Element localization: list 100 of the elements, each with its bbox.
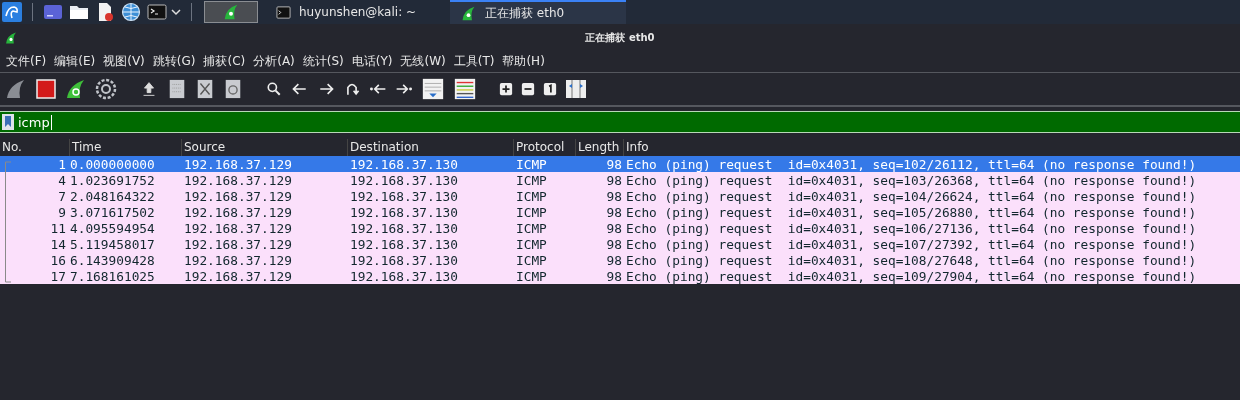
table-cell-text: 98 — [605, 156, 623, 172]
table-cell-text: 6.143909428 — [70, 252, 156, 268]
table-cell-text: 98 — [605, 172, 623, 188]
table-cell-text: 1 — [57, 156, 67, 172]
table-cell-text: Echo (ping) request id=0x4031, seq=105/26880, ttl=64 (no response found!) — [625, 204, 1197, 220]
menu-item[interactable]: 编辑(E) — [54, 52, 96, 70]
display-filter-field[interactable]: icmp — [0, 111, 1240, 133]
table-cell-text: 2.048164322 — [70, 188, 156, 204]
menu-item[interactable]: 无线(W) — [400, 52, 446, 70]
table-cell-text: 192.168.37.129 — [183, 172, 293, 188]
table-cell-text: 192.168.37.130 — [349, 220, 459, 236]
column-header[interactable]: Info — [624, 139, 1240, 156]
table-cell-text: Echo (ping) request id=0x4031, seq=108/27648, ttl=64 (no response found!) — [625, 252, 1197, 268]
window-title: 正在捕获 eth0 — [585, 31, 655, 45]
menu-item[interactable]: 分析(A) — [253, 52, 295, 70]
table-cell-text: 98 — [605, 236, 623, 252]
table-cell-text: 192.168.37.129 — [183, 220, 293, 236]
table-cell-text: ICMP — [515, 252, 548, 268]
table-cell-text: 98 — [605, 268, 623, 284]
settings-icon[interactable] — [95, 78, 117, 100]
packet-row[interactable]: 4 1.023691752 192.168.37.129 192.168.37.130 ICMP 98 Echo (ping) request id=0x4031, seq=103/26368, ttl=64 (no response found!) — [0, 172, 1240, 188]
menu-item[interactable]: 统计(S) — [302, 52, 344, 70]
menu-item[interactable]: 捕获(C) — [203, 52, 246, 70]
search-icon[interactable] — [265, 80, 283, 98]
table-cell-text: 11 — [49, 220, 67, 236]
shark-fin-icon — [4, 31, 18, 45]
menu-item[interactable]: 视图(V) — [103, 52, 145, 70]
table-cell-text: Echo (ping) request id=0x4031, seq=102/26112, ttl=64 (no response found!) — [625, 156, 1197, 172]
shark-fin-icon[interactable] — [5, 78, 27, 100]
table-cell-text: Echo (ping) request id=0x4031, seq=104/26624, ttl=64 (no response found!) — [625, 188, 1197, 204]
table-cell-text: 9 — [57, 204, 67, 220]
packet-row[interactable]: 17 7.168161025 192.168.37.129 192.168.37.130 ICMP 98 Echo (ping) request id=0x4031, seq=109/27904, ttl=64 (no response found!) — [0, 268, 1240, 284]
globe-icon[interactable] — [121, 2, 141, 22]
reload-file-icon[interactable] — [223, 78, 243, 100]
table-cell-text: 14 — [49, 236, 67, 252]
packet-row[interactable]: 7 2.048164322 192.168.37.129 192.168.37.130 ICMP 98 Echo (ping) request id=0x4031, seq=104/26624, ttl=64 (no response found!) — [0, 188, 1240, 204]
table-cell-text: 192.168.37.130 — [349, 236, 459, 252]
menu-item[interactable]: 工具(T) — [453, 52, 495, 70]
bookmark-icon[interactable] — [2, 114, 14, 130]
desktop-icon[interactable] — [43, 2, 63, 22]
zoom-in-icon[interactable] — [499, 82, 513, 96]
table-cell-text: ICMP — [515, 188, 548, 204]
table-cell-text: 192.168.37.129 — [183, 204, 293, 220]
table-cell-text: 0.000000000 — [70, 156, 156, 172]
table-cell-text: 192.168.37.129 — [183, 268, 293, 284]
menu-item[interactable]: 跳转(G) — [152, 52, 196, 70]
table-cell-text: 16 — [49, 252, 67, 268]
packet-row[interactable]: 14 5.119458017 192.168.37.129 192.168.37.130 ICMP 98 Echo (ping) request id=0x4031, seq=107/27392, ttl=64 (no response found!) — [0, 236, 1240, 252]
terminal-icon[interactable] — [147, 2, 167, 22]
table-cell-text: 5.119458017 — [70, 236, 156, 252]
table-cell-text: 192.168.37.129 — [183, 252, 293, 268]
autoscroll-icon[interactable] — [421, 77, 445, 101]
table-cell-text: 192.168.37.130 — [349, 252, 459, 268]
table-cell-text: 7 — [57, 188, 67, 204]
table-cell-text: Echo (ping) request id=0x4031, seq=107/27392, ttl=64 (no response found!) — [625, 236, 1197, 252]
table-cell-text: 192.168.37.130 — [349, 188, 459, 204]
table-cell-text: 98 — [605, 252, 623, 268]
taskbar-window-button[interactable]: 正在捕获 eth0 — [450, 0, 626, 24]
table-cell-text: Echo (ping) request id=0x4031, seq=106/27136, ttl=64 (no response found!) — [625, 220, 1197, 236]
close-file-icon[interactable] — [195, 78, 215, 100]
restart-icon[interactable] — [65, 78, 87, 100]
table-cell-text: 192.168.37.129 — [183, 236, 293, 252]
table-cell-text: 192.168.37.130 — [349, 268, 459, 284]
table-cell-text: 192.168.37.130 — [349, 204, 459, 220]
packet-row[interactable]: 11 4.095594954 192.168.37.129 192.168.37.130 ICMP 98 Echo (ping) request id=0x4031, seq=106/27136, ttl=64 (no response found!) — [0, 220, 1240, 236]
table-cell-text: 192.168.37.130 — [349, 172, 459, 188]
table-cell-text: 17 — [49, 268, 67, 284]
stop-icon[interactable] — [35, 78, 57, 100]
zoom-out-icon[interactable] — [521, 82, 535, 96]
normal-size-icon[interactable] — [543, 82, 557, 96]
table-cell-text: ICMP — [515, 156, 548, 172]
menu-item[interactable]: 电话(Y) — [351, 52, 393, 70]
menu-item[interactable]: 帮助(H) — [502, 52, 545, 70]
table-cell-text: 98 — [605, 204, 623, 220]
table-cell-text: 192.168.37.129 — [183, 188, 293, 204]
shark-fin-icon — [460, 4, 477, 22]
table-cell-text: 7.168161025 — [70, 268, 156, 284]
menu-item[interactable]: 文件(F) — [6, 52, 47, 70]
packet-row[interactable]: 9 3.071617502 192.168.37.129 192.168.37.130 ICMP 98 Echo (ping) request id=0x4031, seq=105/26880, ttl=64 (no response found!) — [0, 204, 1240, 220]
file-icon[interactable] — [167, 78, 187, 100]
wireshark-app-button[interactable] — [204, 1, 258, 23]
colorize-icon[interactable] — [453, 77, 477, 101]
packet-row[interactable]: 16 6.143909428 192.168.37.129 192.168.37.130 ICMP 98 Echo (ping) request id=0x4031, seq=108/27648, ttl=64 (no response found!) — [0, 252, 1240, 268]
table-cell-text: ICMP — [515, 204, 548, 220]
table-cell-text: ICMP — [515, 220, 548, 236]
table-cell-text: 192.168.37.129 — [183, 156, 293, 172]
table-cell-text: Echo (ping) request id=0x4031, seq=109/27904, ttl=64 (no response found!) — [625, 268, 1197, 284]
table-cell-text: 4.095594954 — [70, 220, 156, 236]
table-cell-text: ICMP — [515, 236, 548, 252]
table-cell-text: 98 — [605, 220, 623, 236]
table-cell-text: ICMP — [515, 172, 548, 188]
table-cell-text: 192.168.37.130 — [349, 156, 459, 172]
chevron-down-icon[interactable] — [171, 7, 181, 17]
table-cell-text: 3.071617502 — [70, 204, 156, 220]
packet-row[interactable]: 1 0.000000000 192.168.37.129 192.168.37.130 ICMP 98 Echo (ping) request id=0x4031, seq=102/26112, ttl=64 (no response found!) — [0, 156, 1240, 172]
table-cell-text: 4 — [57, 172, 67, 188]
table-cell-text: ICMP — [515, 268, 548, 284]
table-cell-text: Echo (ping) request id=0x4031, seq=103/26368, ttl=64 (no response found!) — [625, 172, 1197, 188]
resize-columns-icon[interactable] — [565, 78, 587, 100]
table-cell-text: 1.023691752 — [70, 172, 156, 188]
